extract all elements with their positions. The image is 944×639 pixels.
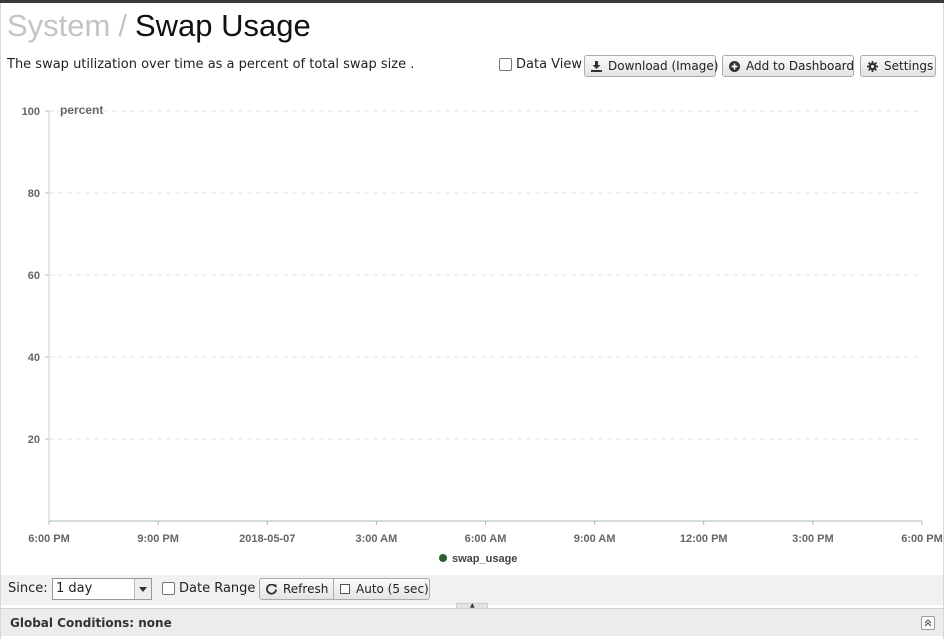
since-select[interactable]: 1 day: [52, 578, 152, 600]
legend-label: swap_usage: [452, 553, 517, 565]
plus-circle-icon: [729, 60, 740, 72]
x-tick-label: 6:00 PM: [901, 533, 943, 545]
x-tick-label: 9:00 AM: [574, 533, 616, 545]
x-tick-label: 12:00 PM: [680, 533, 728, 545]
page-title: System / Swap Usage: [7, 6, 311, 46]
download-image-label: Download (Image): [608, 59, 719, 73]
auto-refresh-label: Auto (5 sec): [356, 582, 429, 596]
y-tick-label: 80: [28, 188, 40, 200]
x-tick-label: 2018-05-07: [239, 533, 295, 545]
refresh-icon: [266, 583, 277, 595]
auto-refresh-button[interactable]: Auto (5 sec): [333, 578, 430, 600]
add-to-dashboard-label: Add to Dashboard: [746, 59, 855, 73]
y-axis-title: percent: [60, 103, 103, 117]
breadcrumb-system[interactable]: System: [7, 8, 110, 43]
global-conditions-panel: Global Conditions: none: [1, 608, 943, 636]
x-tick-label: 9:00 PM: [137, 533, 179, 545]
x-tick-label: 3:00 PM: [792, 533, 834, 545]
x-tick-label: 3:00 AM: [355, 533, 397, 545]
double-chevron-up-icon[interactable]: [921, 616, 935, 630]
download-icon: [591, 60, 602, 72]
settings-button[interactable]: Settings: [860, 55, 936, 77]
data-view-checkbox[interactable]: [499, 58, 512, 71]
x-tick-label: 6:00 PM: [28, 533, 70, 545]
data-view-toggle[interactable]: Data View: [499, 57, 582, 72]
y-tick-label: 60: [28, 270, 40, 282]
since-label: Since:: [8, 581, 48, 596]
add-to-dashboard-button[interactable]: Add to Dashboard: [722, 55, 854, 77]
chevron-down-icon: [134, 579, 151, 599]
date-range-toggle[interactable]: Date Range: [162, 581, 255, 596]
breadcrumb-separator: /: [118, 8, 127, 43]
global-conditions-text: Global Conditions: none: [10, 616, 172, 630]
data-view-label: Data View: [516, 57, 583, 72]
date-range-checkbox[interactable]: [162, 582, 175, 595]
legend-swatch: [439, 554, 447, 562]
settings-label: Settings: [884, 59, 934, 73]
gear-icon: [867, 60, 878, 72]
refresh-label: Refresh: [283, 582, 329, 596]
refresh-button[interactable]: Refresh: [259, 578, 334, 600]
since-select-value: 1 day: [56, 581, 93, 596]
auto-refresh-checkbox[interactable]: [340, 584, 350, 594]
page-description: The swap utilization over time as a perc…: [7, 57, 415, 72]
swap-usage-chart: 20 40 60 80 100 percent 6:00 PM 9:00 PM 2018-05-…: [22, 103, 943, 565]
x-tick-label: 6:00 AM: [465, 533, 507, 545]
y-tick-label: 40: [28, 352, 40, 364]
page-title-text: Swap Usage: [134, 8, 311, 43]
date-range-label: Date Range: [179, 581, 256, 596]
download-image-button[interactable]: Download (Image): [584, 55, 719, 77]
y-tick-label: 20: [28, 434, 40, 446]
y-tick-label: 100: [22, 106, 40, 118]
